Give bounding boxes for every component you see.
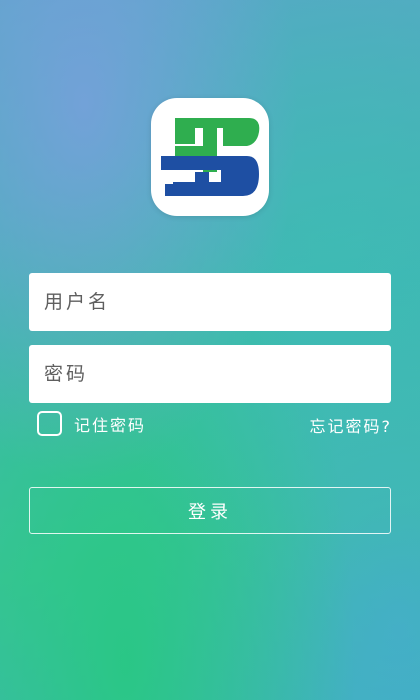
forgot-password-link[interactable]: 忘记密码? [310, 413, 393, 437]
remember-checkbox[interactable] [37, 411, 62, 436]
remember-label: 记住密码 [74, 415, 147, 435]
login-button[interactable]: 登录 [29, 487, 391, 534]
password-field[interactable] [29, 345, 391, 403]
app-logo [151, 98, 269, 216]
username-input[interactable] [42, 290, 376, 314]
username-field[interactable] [29, 273, 391, 331]
password-input[interactable] [42, 362, 376, 386]
app-logo-icon [161, 118, 260, 196]
remember-password[interactable]: 记住密码 [37, 411, 146, 436]
